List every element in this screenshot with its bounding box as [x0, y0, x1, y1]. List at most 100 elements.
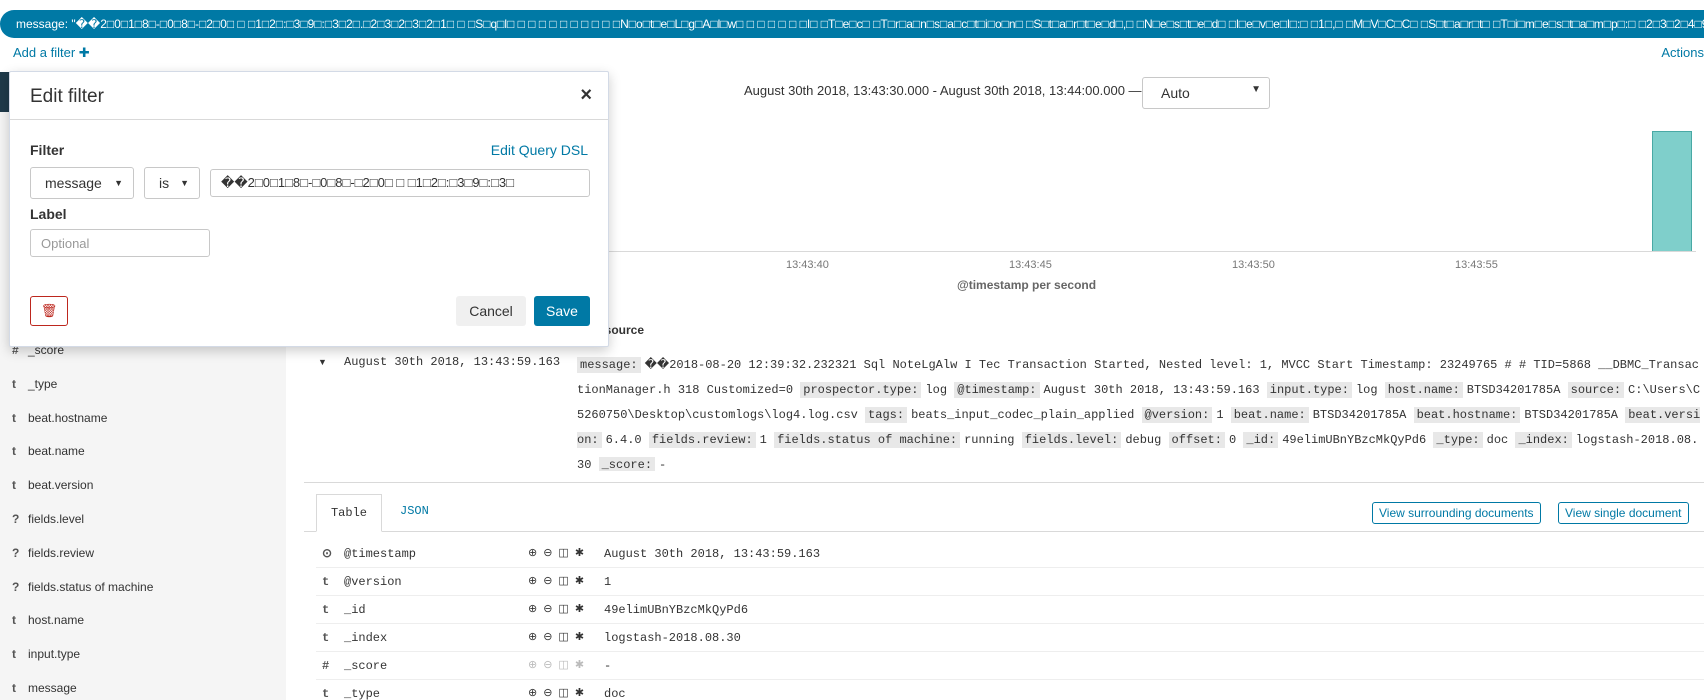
source-key: offset:: [1168, 432, 1225, 448]
sidebar-field[interactable]: t message: [12, 681, 77, 700]
source-value: BTSD34201785A: [1312, 408, 1414, 422]
doc-timestamp-text: August 30th 2018, 13:43:59.163: [344, 355, 561, 369]
field-name: _score: [344, 659, 388, 673]
field-name: _id: [344, 603, 366, 617]
field-type-icon: ?: [12, 579, 20, 594]
sidebar-field[interactable]: t beat.name: [12, 444, 85, 464]
field-value: 1: [604, 575, 612, 589]
modal-title: Edit filter: [30, 86, 104, 107]
source-key: _type:: [1433, 432, 1483, 448]
histogram-bar[interactable]: [1652, 131, 1692, 252]
cancel-button[interactable]: Cancel: [456, 296, 526, 326]
tab-json[interactable]: JSON: [400, 504, 429, 518]
field-type-icon: ?: [12, 545, 20, 560]
field-value: doc: [604, 687, 626, 700]
edit-query-dsl-link[interactable]: Edit Query DSL: [491, 142, 588, 158]
field-type-icon: t: [12, 410, 16, 425]
field-type-icon: t: [322, 603, 330, 617]
operator-select[interactable]: is ▼: [144, 167, 200, 199]
close-icon[interactable]: ×: [580, 84, 592, 107]
sidebar-field[interactable]: t input.type: [12, 647, 80, 667]
field-select-value: message: [45, 175, 102, 191]
table-row: t _index ⊕⊖◫✱ logstash-2018.08.30: [316, 624, 1704, 652]
filter-pill[interactable]: message: "��2□0□1□8□-□0□8□-□2□0□ □ □1□2□…: [0, 10, 1704, 38]
row-action-icons[interactable]: ⊕⊖◫✱: [528, 596, 590, 624]
field-type-icon: t: [322, 575, 330, 589]
sidebar-field[interactable]: ? fields.status of machine: [12, 580, 153, 600]
field-type-icon: t: [12, 444, 16, 459]
sidebar-field[interactable]: t host.name: [12, 613, 84, 633]
caret-down-icon: ▼: [114, 178, 123, 188]
source-value: -: [659, 458, 667, 471]
source-key: beat.hostname:: [1413, 407, 1521, 423]
row-action-icons[interactable]: ⊕⊖◫✱: [528, 624, 590, 652]
row-action-icons[interactable]: ⊕⊖◫✱: [528, 568, 590, 596]
field-type-icon: t: [12, 647, 16, 662]
source-value: 6.4.0: [605, 433, 649, 447]
source-key: fields.status of machine:: [774, 432, 961, 448]
caret-down-icon: ▼: [180, 178, 189, 188]
source-key: input.type:: [1266, 382, 1352, 398]
row-action-icons[interactable]: ⊕⊖◫✱: [528, 652, 590, 680]
field-value: 49elimUBnYBzcMkQyPd6: [604, 603, 749, 617]
value-input[interactable]: [210, 169, 590, 197]
source-key: host.name:: [1384, 382, 1463, 398]
source-key: @version:: [1141, 407, 1213, 423]
field-type-icon: #: [322, 659, 330, 673]
source-key: _id:: [1243, 432, 1279, 448]
field-type-icon: ?: [12, 512, 20, 526]
field-type-icon: t: [12, 681, 16, 695]
sidebar-field[interactable]: t _type: [12, 377, 57, 397]
source-value: BTSD34201785A: [1466, 383, 1568, 397]
field-name: beat.name: [28, 444, 85, 459]
field-type-icon: t: [322, 687, 330, 700]
field-name: message: [28, 681, 77, 695]
modal-header: Edit filter ×: [10, 72, 608, 120]
sidebar-field[interactable]: ? fields.review: [12, 546, 94, 566]
view-surrounding-button[interactable]: View surrounding documents: [1372, 502, 1541, 524]
source-value: BTSD34201785A: [1524, 408, 1626, 422]
field-select[interactable]: message ▼: [30, 167, 134, 199]
save-button[interactable]: Save: [534, 296, 590, 326]
field-name: beat.version: [28, 478, 94, 493]
source-value: beats_input_codec_plain_applied: [911, 408, 1142, 422]
plus-icon: ✚: [78, 45, 90, 60]
sidebar-field[interactable]: t beat.hostname: [12, 411, 107, 431]
source-key: fields.review:: [648, 432, 756, 448]
add-filter-link[interactable]: Add a filter ✚: [13, 45, 90, 61]
tab-table[interactable]: Table: [316, 494, 382, 532]
source-value: 1: [1216, 408, 1231, 422]
interval-select[interactable]: Auto ▼: [1142, 77, 1270, 109]
source-key: @timestamp:: [954, 382, 1040, 398]
table-row: ⊙ @timestamp ⊕⊖◫✱ August 30th 2018, 13:43:5…: [316, 540, 1704, 568]
row-action-icons[interactable]: ⊕⊖◫✱: [528, 540, 590, 568]
source-key: message:: [577, 357, 641, 373]
table-row: t _type ⊕⊖◫✱ doc: [316, 680, 1704, 700]
field-type-icon: t: [12, 376, 16, 391]
x-tick: 13:43:45: [1009, 259, 1052, 271]
sidebar-field[interactable]: ? fields.level: [12, 512, 84, 532]
source-key: _index:: [1515, 432, 1572, 448]
delete-filter-button[interactable]: 🗑: [30, 296, 68, 326]
source-key: beat.name:: [1230, 407, 1309, 423]
view-single-button[interactable]: View single document: [1558, 502, 1689, 524]
doc-source: message: ��2018-08-20 12:39:32.232321 Sql…: [577, 353, 1704, 471]
filter-label: Filter: [30, 142, 65, 158]
label-input[interactable]: [30, 229, 210, 257]
source-value: August 30th 2018, 13:43:59.163: [1043, 383, 1267, 397]
sidebar-field[interactable]: t beat.version: [12, 478, 93, 498]
source-value: 1: [759, 433, 775, 447]
field-name: @timestamp: [344, 547, 417, 561]
x-axis-label: @timestamp per second: [957, 278, 1097, 292]
trash-icon: 🗑: [40, 303, 58, 318]
row-action-icons[interactable]: ⊕⊖◫✱: [528, 680, 590, 700]
source-key: prospector.type:: [800, 382, 922, 398]
actions-link[interactable]: Actions: [1661, 45, 1704, 60]
doc-timestamp: August 30th 2018, 13:43:59.163: [316, 355, 560, 369]
field-name: _type: [28, 376, 58, 391]
field-type-icon: t: [322, 631, 330, 645]
field-name: fields.status of machine: [28, 579, 154, 594]
table-row: t @version ⊕⊖◫✱ 1: [316, 568, 1704, 596]
source-key: _score:: [598, 457, 656, 471]
field-name: input.type: [28, 647, 81, 662]
